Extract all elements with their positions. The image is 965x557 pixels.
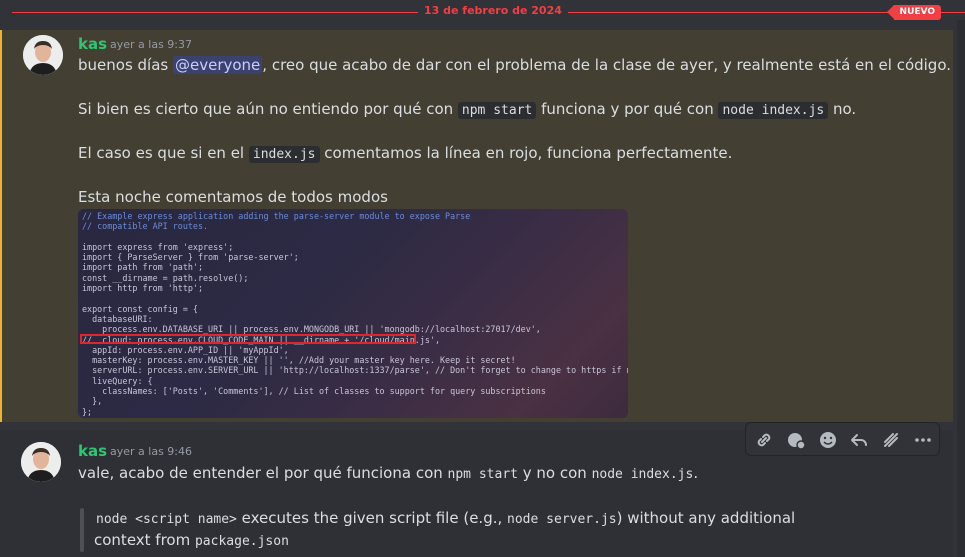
message-actions-toolbar [745, 422, 940, 456]
inline-code: index.js [248, 146, 320, 163]
mention-everyone[interactable]: @everyone [173, 56, 263, 74]
attachment-code: // Example express application adding th… [78, 209, 628, 418]
code-line: import http from 'http'; [82, 283, 204, 294]
message-line-4: Esta noche comentamos de todos modos [78, 188, 388, 206]
code-line: import path from 'path'; [82, 262, 204, 273]
divider-date: 13 de febrero de 2024 [418, 4, 568, 17]
message-line-2: Si bien es cierto que aún no entiendo po… [78, 100, 857, 119]
message-timestamp: ayer a las 9:46 [110, 445, 193, 458]
code-line: export const config = { [82, 303, 198, 314]
text: . [693, 464, 699, 482]
text: context from [94, 531, 195, 549]
text: ) without any additional [616, 509, 796, 527]
code-line: import { ParseServer } from 'parse-serve… [82, 252, 299, 263]
code-line: // compatible API routes. [82, 221, 209, 232]
inline-code: package.json [194, 534, 289, 549]
inline-code: npm start [447, 467, 518, 482]
text: no. [828, 100, 857, 118]
inline-code: node <script name> [96, 512, 237, 527]
code-line: }, [82, 396, 103, 407]
text: El caso es que si en el [78, 144, 249, 162]
blockquote-bar [80, 508, 84, 552]
text: y no con [517, 464, 592, 482]
inline-code: npm start [457, 102, 537, 119]
code-line: databaseURI: [82, 313, 153, 324]
code-screenshot-attachment[interactable]: // Example express application adding th… [78, 209, 628, 418]
text: , creo que acabo de dar con el problema … [262, 56, 952, 74]
code-line: liveQuery: { [82, 375, 153, 386]
link-icon[interactable] [754, 430, 774, 450]
inline-code: node index.js [718, 102, 829, 119]
more-icon[interactable] [913, 430, 933, 450]
message-timestamp: ayer a las 9:37 [110, 38, 193, 51]
red-highlight-box [80, 334, 416, 344]
new-badge: NUEVO [886, 5, 941, 20]
code-line: appId: process.env.APP_ID || 'myAppId', [82, 344, 289, 355]
code-line: const __dirname = path.resolve(); [82, 272, 249, 283]
quote-line-1: node <script name> executes the given sc… [96, 509, 795, 527]
text: funciona y por qué con [536, 100, 719, 118]
text: vale, acabo de entender el por qué funci… [78, 464, 448, 482]
message-line-1: buenos días @everyone, creo que acabo de… [78, 56, 951, 74]
avatar[interactable] [21, 442, 61, 482]
forward-icon[interactable] [881, 430, 901, 450]
message-highlighted: kas ayer a las 9:37 buenos días @everyon… [0, 30, 953, 422]
quote-line-2: context from package.json [94, 531, 289, 549]
emoji-icon[interactable] [818, 430, 838, 450]
inline-code: node index.js [591, 467, 694, 482]
code-line: masterKey: process.env.MASTER_KEY || '',… [82, 355, 516, 366]
code-line: process.env.DATABASE_URI || process.env.… [82, 324, 541, 335]
thread-icon[interactable] [786, 430, 806, 450]
text: executes the given script file (e.g., [236, 509, 508, 527]
text: buenos días [78, 56, 173, 74]
code-line: classNames: ['Posts', 'Comments'], // Li… [82, 386, 546, 397]
text: Si bien es cierto que aún no entiendo po… [78, 100, 458, 118]
avatar-image-icon [23, 35, 63, 75]
code-line: // Example express application adding th… [82, 211, 471, 221]
author-name[interactable]: kas [78, 35, 107, 53]
avatar-image-icon [21, 442, 61, 482]
avatar[interactable] [23, 35, 63, 75]
reply-icon[interactable] [849, 430, 869, 450]
message-line-1: vale, acabo de entender el por qué funci… [78, 464, 698, 482]
code-line: import express from 'express'; [82, 241, 234, 252]
code-line: }; [82, 406, 93, 417]
inline-code: node server.js [507, 512, 617, 527]
author-name[interactable]: kas [78, 442, 107, 460]
text: comentamos la línea en rojo, funciona pe… [319, 144, 733, 162]
code-line: serverURL: process.env.SERVER_URL || 'ht… [82, 365, 628, 376]
message-line-3: El caso es que si en el index.js comenta… [78, 144, 733, 163]
scrollbar[interactable] [957, 20, 965, 557]
